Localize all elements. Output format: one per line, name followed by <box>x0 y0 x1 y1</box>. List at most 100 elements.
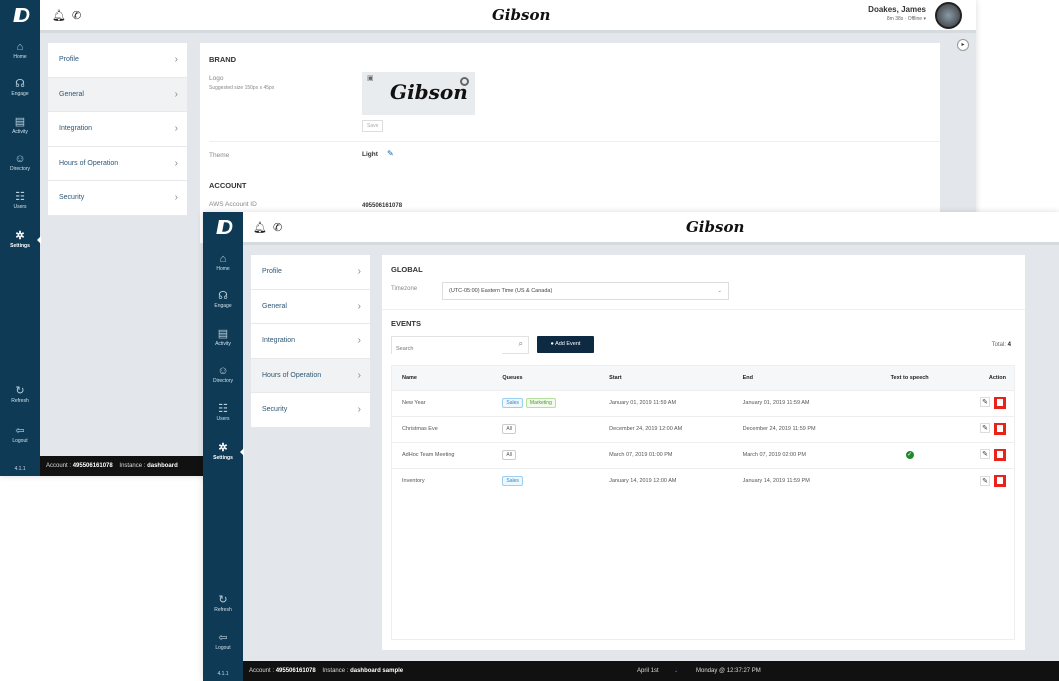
add-event-button[interactable]: ● Add Event <box>537 336 594 353</box>
nav-home[interactable]: ⌂ Home <box>0 41 40 60</box>
nav-directory[interactable]: ☺ Directory <box>0 153 40 172</box>
nav-activity[interactable]: ▤ Activity <box>203 328 243 347</box>
event-actions: ✎ <box>943 415 1014 442</box>
settings-icon: ✲ <box>218 442 228 454</box>
chevron-right-icon: › <box>174 192 178 203</box>
column-header[interactable]: Start <box>599 366 733 390</box>
nav-settings[interactable]: ✲ Settings <box>0 230 41 249</box>
bell-icon[interactable]: 🔔︎ <box>52 9 66 22</box>
nav-label: Home <box>13 54 27 60</box>
user-status[interactable]: 8m 38s · Offline ▾ <box>868 16 926 22</box>
delete-icon[interactable] <box>994 423 1006 435</box>
menu-item-hours-of-operation[interactable]: Hours of Operation › <box>251 358 370 393</box>
menu-item-profile[interactable]: Profile › <box>251 255 370 290</box>
nav-logout[interactable]: ⇦ Logout <box>0 425 40 444</box>
nav-label: Activity <box>215 341 231 347</box>
bell-icon[interactable]: 🔔︎ <box>253 221 267 234</box>
camera-icon[interactable]: ▣ <box>367 74 374 82</box>
event-tts <box>865 467 944 494</box>
version-label: 4.1.1 <box>14 466 26 472</box>
menu-item-label: Security <box>262 406 288 413</box>
edit-theme-icon[interactable]: ✎ <box>387 149 394 158</box>
queue-badge: All <box>502 450 516 460</box>
menu-item-security[interactable]: Security › <box>48 181 187 216</box>
nav-refresh[interactable]: ↻ Refresh <box>203 594 243 613</box>
event-tts: ✓ <box>865 441 944 468</box>
event-queues: Sales <box>492 467 600 494</box>
menu-item-label: Integration <box>262 337 296 344</box>
nav-activity[interactable]: ▤ Activity <box>0 116 40 135</box>
nav-label: Refresh <box>214 607 232 613</box>
nav-users[interactable]: ☷ Users <box>203 403 243 422</box>
nav-users[interactable]: ☷ Users <box>0 191 40 210</box>
event-start: March 07, 2019 01:00 PM <box>599 441 733 468</box>
event-tts <box>865 389 944 416</box>
search-input[interactable]: ⌕ <box>391 336 529 357</box>
settings-menu: Profile › General › Integration › Hours of Ope… <box>48 43 187 216</box>
collapse-icon[interactable]: ▸ <box>957 39 969 51</box>
menu-item-profile[interactable]: Profile › <box>48 43 187 78</box>
aws-account-label: AWS Account ID <box>209 201 257 208</box>
app-logo: ID <box>203 212 243 245</box>
table-row[interactable]: AdHoc Team Meeting All March 07, 2019 01:0… <box>392 441 1014 468</box>
event-queues: All <box>492 415 600 442</box>
column-header[interactable]: End <box>732 366 866 390</box>
queue-badge: Marketing <box>525 398 556 408</box>
table-row[interactable]: Inventory Sales January 14, 2019 12:00 AM J… <box>392 467 1014 494</box>
phone-icon[interactable]: ✆ <box>72 9 81 22</box>
nav-refresh[interactable]: ↻ Refresh <box>0 385 40 404</box>
queue-badge: All <box>502 424 516 434</box>
edit-icon[interactable]: ✎ <box>980 475 990 486</box>
menu-item-label: Security <box>59 194 85 201</box>
nav-engage[interactable]: ☊ Engage <box>203 290 243 309</box>
nav-engage[interactable]: ☊ Engage <box>0 78 40 97</box>
delete-icon[interactable] <box>994 475 1006 488</box>
logo-label: Logo <box>209 75 224 82</box>
delete-icon[interactable] <box>994 449 1006 461</box>
event-name: Inventory <box>392 467 493 494</box>
menu-item-hours-of-operation[interactable]: Hours of Operation › <box>48 147 187 181</box>
delete-icon[interactable] <box>994 397 1006 409</box>
table-row[interactable]: New Year Sales Marketing January 01, 2019 1… <box>392 389 1014 416</box>
timezone-select[interactable]: (UTC-05:00) Eastern Time (US & Canada) ⌄ <box>442 282 729 300</box>
phone-icon[interactable]: ✆ <box>273 221 282 234</box>
nav-logout[interactable]: ⇦ Logout <box>203 632 243 651</box>
instance-value: dashboard sample <box>350 668 404 674</box>
uploaded-logo: Gibson <box>390 80 468 104</box>
table-row[interactable]: Christmas Eve All December 24, 2019 12:00 … <box>392 415 1014 442</box>
total-label: Total: <box>991 342 1006 348</box>
avatar[interactable] <box>935 2 962 29</box>
total-value: 4 <box>1007 342 1011 348</box>
timezone-label: Timezone <box>391 286 418 292</box>
remove-logo-icon[interactable] <box>460 77 469 86</box>
account-value: 495506161078 <box>72 463 113 469</box>
column-header[interactable]: Text to speech <box>865 366 944 390</box>
drop-icon: 💧︎ <box>675 668 678 674</box>
home-icon: ⌂ <box>219 253 227 265</box>
menu-item-integration[interactable]: Integration › <box>48 112 187 147</box>
menu-item-security[interactable]: Security › <box>251 393 370 428</box>
account-label: Account : <box>46 463 72 469</box>
edit-icon[interactable]: ✎ <box>980 449 990 460</box>
chevron-right-icon: › <box>174 157 178 169</box>
menu-item-general[interactable]: General › <box>251 290 370 324</box>
nav-label: Directory <box>9 166 30 172</box>
search-icon[interactable]: ⌕ <box>519 339 523 349</box>
menu-item-integration[interactable]: Integration › <box>251 324 370 359</box>
save-button[interactable]: Save <box>362 120 384 132</box>
menu-item-label: General <box>262 302 287 310</box>
edit-icon[interactable]: ✎ <box>980 397 990 408</box>
menu-item-general[interactable]: General › <box>48 77 187 112</box>
nav-directory[interactable]: ☺ Directory <box>203 365 243 384</box>
search-field[interactable] <box>392 341 502 357</box>
headset-icon: ☊ <box>15 78 25 90</box>
column-header[interactable]: Queues <box>492 366 600 390</box>
nav-settings[interactable]: ✲ Settings <box>203 442 244 461</box>
column-header[interactable]: Name <box>392 366 493 390</box>
refresh-icon: ↻ <box>218 594 228 606</box>
nav-home[interactable]: ⌂ Home <box>203 253 243 272</box>
instance-label: Instance : <box>119 463 146 469</box>
column-header[interactable]: Action <box>943 366 1014 390</box>
edit-icon[interactable]: ✎ <box>980 423 990 434</box>
event-name: AdHoc Team Meeting <box>392 441 493 468</box>
